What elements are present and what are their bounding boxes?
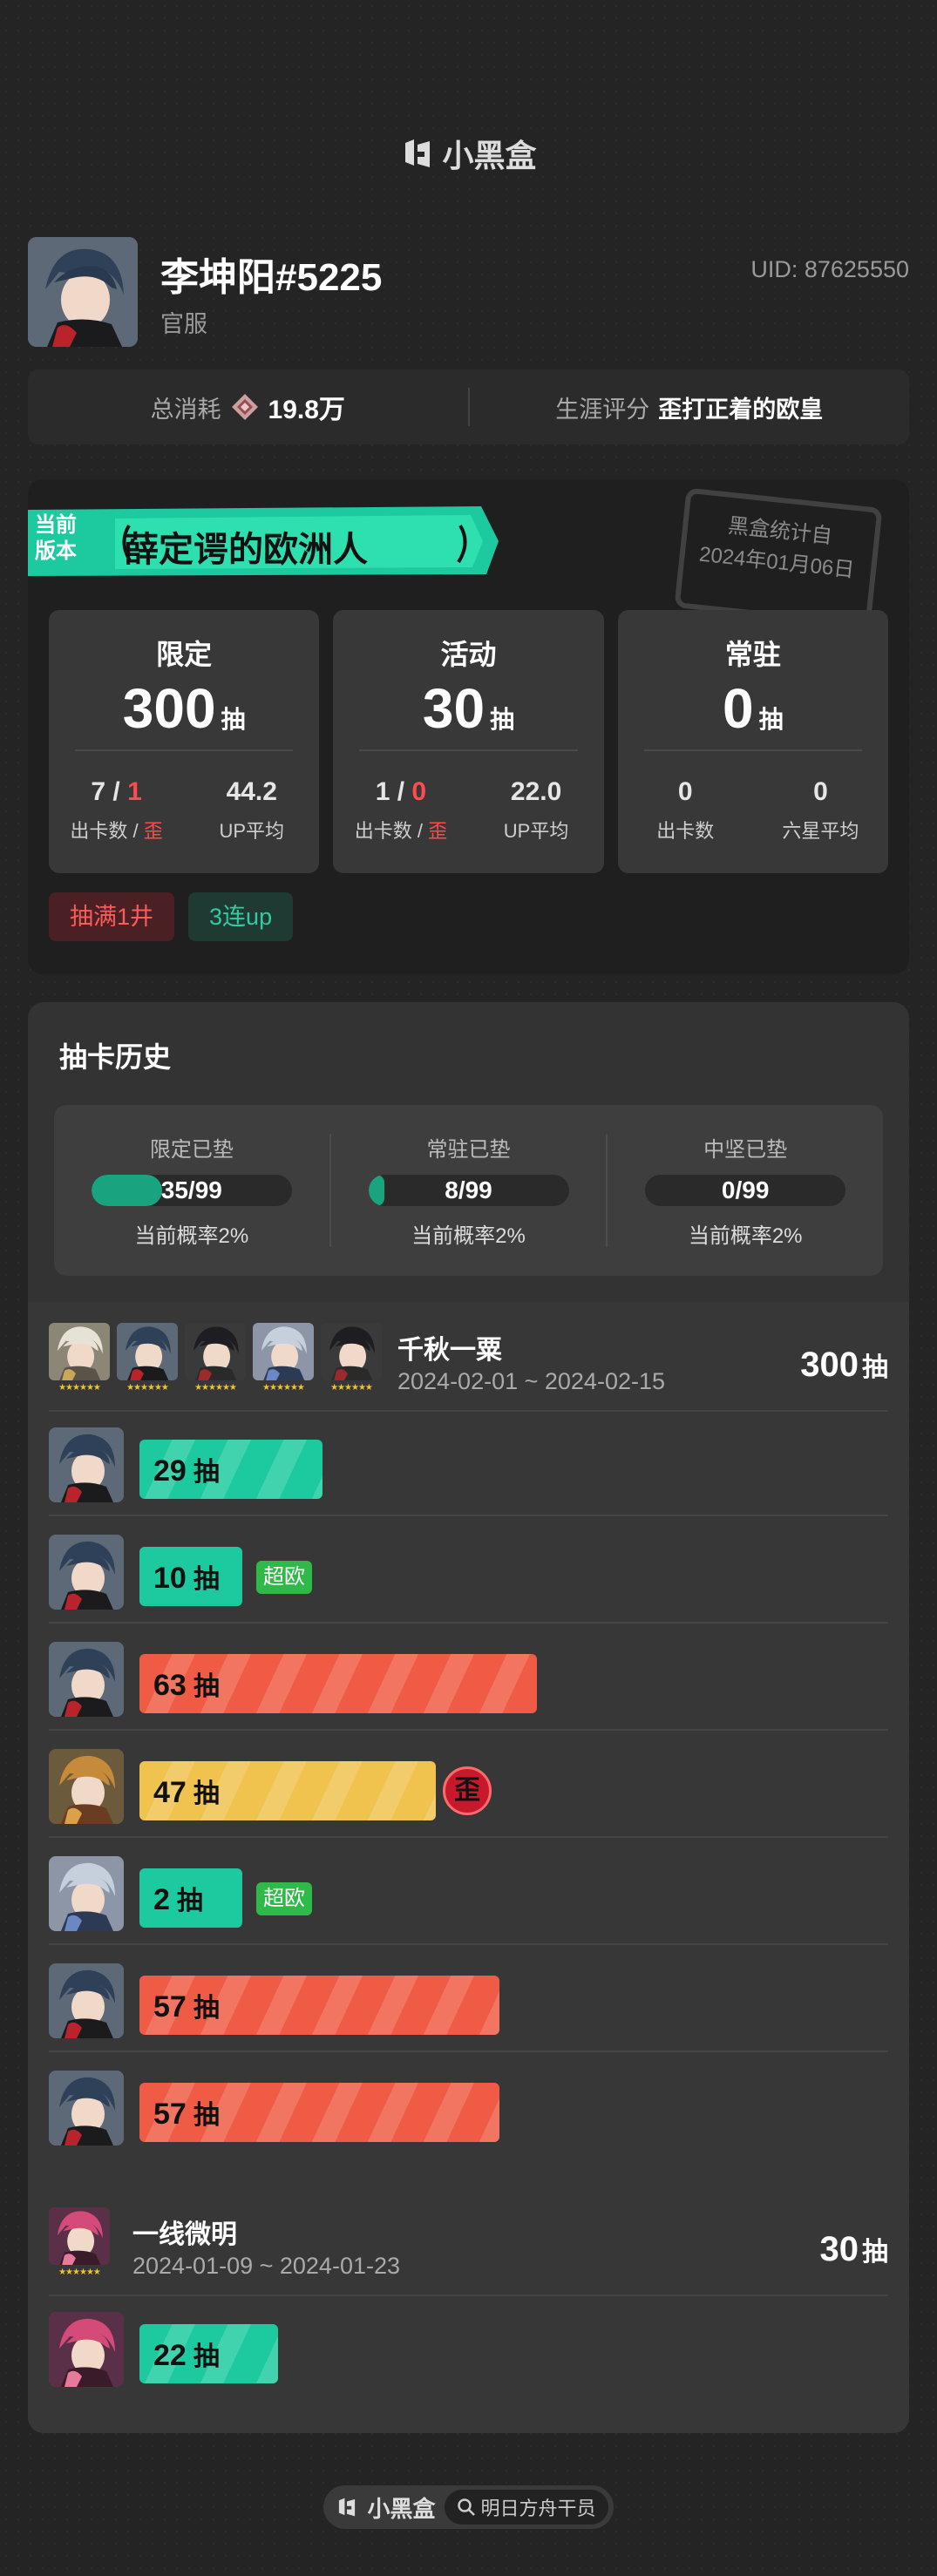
uid-label: UID: 87625550: [750, 256, 909, 282]
tag-full-spark: 抽满1井: [49, 892, 175, 941]
six-star-rating: ★★★★★★: [126, 1383, 169, 1393]
section-title: 抽卡历史: [59, 1041, 172, 1073]
footer-brand: 小黑盒: [367, 2495, 436, 2522]
six-star-rating: ★★★★★★: [330, 1383, 373, 1393]
obtained-count: 1 / 0 出卡数 / 歪: [354, 777, 448, 842]
operator-avatar: [49, 2071, 124, 2146]
avatar[interactable]: [28, 237, 138, 347]
operator-head: ★★★★★★: [253, 1323, 314, 1393]
rating-label: 生涯评分: [555, 396, 650, 423]
banner-date: 2024-02-01 ~ 2024-02-15: [397, 1368, 665, 1394]
up-average: 44.2 UP平均: [219, 777, 285, 842]
pull-count-bar: 57 抽: [139, 2083, 499, 2142]
obtained-count: 0 出卡数: [656, 777, 715, 842]
operator-head: ★★★★★★: [321, 1323, 382, 1393]
six-star-rating: ★★★★★★: [58, 1383, 101, 1393]
originite-gem-icon: [231, 394, 258, 420]
server-label: 官服: [160, 311, 207, 337]
pull-record-row[interactable]: 57 抽: [49, 1946, 888, 2052]
spend-label: 总消耗: [150, 396, 221, 423]
banner-name: 一线微明: [132, 2220, 237, 2249]
up-average: 22.0 UP平均: [503, 777, 569, 842]
pity-limited: 限定已垫 35/99 当前概率2%: [54, 1132, 329, 1249]
banner-date: 2024-01-09 ~ 2024-01-23: [132, 2253, 400, 2279]
pull-count-bar: 2抽: [139, 1868, 242, 1928]
gacha-history: 抽卡历史 限定已垫 35/99 当前概率2% 常驻已垫 8/99 当前概率2% …: [28, 1002, 909, 2433]
banner-name: 千秋一粟: [397, 1336, 502, 1365]
event-pool-card[interactable]: 活动 30 抽 1 / 0 出卡数 / 歪 22.0 UP平均: [333, 610, 604, 873]
banner-total: 30 抽: [819, 2230, 889, 2268]
pity-panel: 限定已垫 35/99 当前概率2% 常驻已垫 8/99 当前概率2% 中坚已垫 …: [54, 1105, 883, 1276]
season-summary-card: 当前 版本 薛定谔的欧洲人 黑盒统计自 2024年01月06日 限定 300 抽 …: [28, 479, 909, 974]
pull-record-row[interactable]: 10 抽超欧: [49, 1517, 888, 1624]
six-star-rating: ★★★★★★: [194, 1383, 237, 1393]
off-banner-badge: 歪: [443, 1766, 492, 1815]
operator-avatar: [49, 1749, 124, 1824]
operator-avatar: [49, 1642, 124, 1717]
career-rating: 生涯评分 歪打正着的欧皇: [470, 390, 910, 424]
pull-record-row[interactable]: 63 抽: [49, 1624, 888, 1731]
pull-record-row[interactable]: 47 抽歪: [49, 1732, 888, 1838]
lucky-badge: 超欧: [256, 1882, 312, 1915]
pity-kernel: 中坚已垫 0/99 当前概率2%: [608, 1132, 883, 1249]
pull-count-bar: 29 抽: [139, 1440, 323, 1499]
total-spend: 总消耗 19.8万: [28, 388, 468, 426]
banner-header[interactable]: ★★★★★★ 一线微明 2024-01-09 ~ 2024-01-23 30 抽: [49, 2207, 888, 2293]
brand-name: 小黑盒: [442, 138, 537, 173]
footer-pill[interactable]: 小黑盒 明日方舟干员: [323, 2485, 614, 2529]
achievement-tags: 抽满1井 3连up: [49, 892, 294, 941]
pool-cards: 限定 300 抽 7 / 1 出卡数 / 歪 44.2 UP平均 活动 30 抽 1…: [49, 610, 888, 873]
pity-standard: 常驻已垫 8/99 当前概率2%: [331, 1132, 607, 1249]
heybox-logo-icon: [339, 2498, 356, 2517]
pull-count-bar: 47 抽: [139, 1761, 436, 1820]
operator-avatar: [49, 1427, 124, 1502]
limited-pool-card[interactable]: 限定 300 抽 7 / 1 出卡数 / 歪 44.2 UP平均: [49, 610, 320, 873]
banner-header[interactable]: ★★★★★★ ★★★★★★ ★★★★★★ ★★★★★★ ★★★★★★ 千秋一粟 20…: [49, 1323, 888, 1408]
footer-search[interactable]: 明日方舟干员: [444, 2490, 608, 2525]
operator-head: ★★★★★★: [185, 1323, 246, 1393]
standard-pool-card[interactable]: 常驻 0抽 0 出卡数 0 六星平均: [617, 610, 888, 873]
footer: 小黑盒 明日方舟干员: [0, 2485, 937, 2529]
season-title: 薛定谔的欧洲人: [124, 531, 368, 569]
pull-count-bar: 22 抽: [139, 2324, 278, 2383]
version-tag: 当前 版本: [35, 513, 77, 563]
lucky-badge: 超欧: [256, 1561, 312, 1594]
banner-total: 300 抽: [800, 1346, 888, 1384]
six-star-average: 0 六星平均: [782, 777, 859, 842]
app-brand: 小黑盒: [0, 131, 937, 176]
pull-record-row[interactable]: 22 抽: [49, 2295, 888, 2401]
pull-count-bar: 63 抽: [139, 1654, 537, 1713]
banner-list: ★★★★★★ ★★★★★★ ★★★★★★ ★★★★★★ ★★★★★★ 千秋一粟 20…: [28, 1302, 909, 2433]
profile-header: 李坤阳#5225 官服 UID: 87625550: [28, 237, 909, 349]
heybox-logo-icon: [405, 139, 431, 167]
tag-triple-up: 3连up: [188, 892, 294, 941]
operator-avatar: [49, 1856, 124, 1931]
player-name: 李坤阳#5225: [160, 256, 383, 299]
summary-stats: 总消耗 19.8万 生涯评分 歪打正着的欧皇: [28, 369, 909, 444]
pull-record-row[interactable]: 57 抽: [49, 2053, 888, 2159]
pull-record-row[interactable]: 29 抽: [49, 1410, 888, 1516]
operator-avatar: [49, 1963, 124, 2038]
pity-progress-bar: 0/99: [645, 1175, 846, 1206]
operator-avatar: [49, 1535, 124, 1610]
rating-value: 歪打正着的欧皇: [658, 396, 824, 423]
pity-progress-bar: 35/99: [91, 1175, 292, 1206]
operator-head: ★★★★★★: [117, 1323, 178, 1393]
operator-head: ★★★★★★: [49, 2207, 110, 2277]
six-star-rating: ★★★★★★: [262, 1383, 305, 1393]
pull-record-row[interactable]: 2 抽超欧: [49, 1839, 888, 1945]
obtained-count: 7 / 1 出卡数 / 歪: [70, 777, 163, 842]
pull-count-bar: 10 抽: [139, 1547, 242, 1606]
search-icon: [457, 2498, 475, 2516]
pity-progress-bar: 8/99: [368, 1175, 569, 1206]
operator-head: ★★★★★★: [49, 1323, 110, 1393]
pull-count-bar: 57 抽: [139, 1976, 499, 2035]
spend-value: 19.8万: [268, 396, 345, 424]
six-star-rating: ★★★★★★: [58, 2268, 101, 2277]
operator-avatar: [49, 2312, 124, 2387]
